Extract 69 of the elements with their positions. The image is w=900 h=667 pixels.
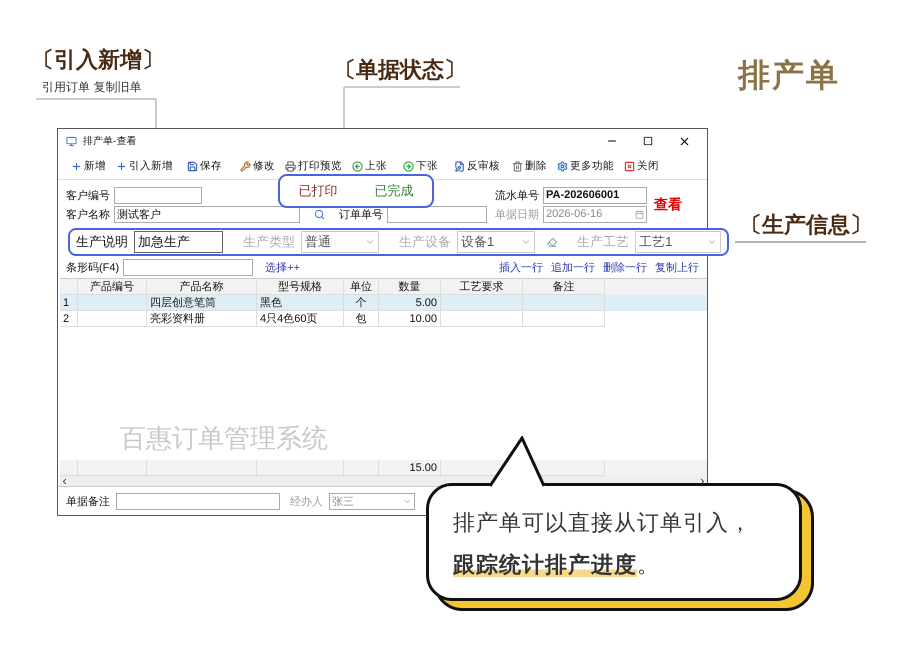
field-label: 条形码(F4): [66, 260, 120, 274]
trash-icon: [512, 160, 523, 172]
toolbar-button[interactable]: 上张: [349, 159, 390, 173]
window-icon: [66, 136, 77, 146]
search-icon[interactable]: [314, 208, 325, 220]
field-label: 生产类型: [242, 233, 295, 251]
callout-subtitle: 引用订单 复制旧单: [42, 79, 142, 96]
field-label: 客户名称: [66, 208, 110, 222]
maximize-icon: [643, 136, 653, 146]
field-label: 客户编号: [66, 188, 110, 202]
toolbar-button[interactable]: 打印预览: [282, 159, 345, 173]
plus-icon: [116, 160, 127, 172]
field-label: 生产设备: [399, 233, 451, 251]
window-title: 排产单-查看: [83, 134, 138, 148]
plus-icon: [71, 160, 82, 172]
toolbar-button[interactable]: 保存: [184, 159, 225, 173]
view-mode-label: 查看: [654, 196, 682, 214]
field-label: 单据日期: [495, 208, 539, 222]
text-field[interactable]: 加急生产: [134, 231, 223, 253]
status-label: 已完成: [374, 182, 414, 200]
page-title: 排产单: [738, 56, 840, 95]
row-action-link[interactable]: 插入一行: [499, 260, 543, 274]
order-number-field[interactable]: [387, 206, 487, 222]
dropdown[interactable]: 张三: [329, 492, 415, 510]
toolbar-button[interactable]: 反审核: [451, 159, 503, 173]
select-link[interactable]: 选择++: [265, 260, 300, 274]
row-action-link[interactable]: 追加一行: [551, 260, 595, 274]
row-number: 2: [60, 311, 78, 327]
field-label: 生产说明: [76, 233, 128, 251]
serial-number-field[interactable]: PA-202606001: [543, 186, 647, 204]
status-label: 已打印: [298, 182, 338, 200]
table-cell: [78, 311, 147, 327]
toolbar-button[interactable]: 关闭: [621, 159, 662, 173]
wrench-icon: [240, 160, 251, 172]
customer-name-field[interactable]: 测试客户: [114, 206, 300, 222]
row-action-link[interactable]: 复制上行: [655, 260, 699, 274]
table-row[interactable]: 1 四层创意笔筒 黑色 个 5.00: [60, 295, 707, 311]
edit-icon: [454, 160, 465, 172]
toolbar-button[interactable]: 更多功能: [554, 159, 617, 173]
barcode-field[interactable]: [123, 258, 254, 276]
callout-title: 〔引入新增〕: [32, 48, 164, 72]
bubble-text: 排产单可以直接从订单引入，: [453, 509, 753, 537]
settings-icon: [557, 160, 568, 172]
close-icon: [624, 160, 635, 172]
calendar-icon: [635, 210, 644, 218]
table-cell: 亮彩资料册: [147, 311, 257, 327]
field-label: 经办人: [290, 494, 323, 508]
row-action-link[interactable]: 删除一行: [603, 260, 647, 274]
callout-title: 〔单据状态〕: [334, 58, 466, 82]
field-label: 流水单号: [495, 188, 539, 202]
printer-icon: [285, 160, 296, 172]
toolbar-button[interactable]: 引入新增: [113, 159, 176, 173]
toolbar-button[interactable]: 新增: [68, 159, 109, 173]
save-icon: [187, 160, 198, 172]
toolbar-button[interactable]: 下张: [400, 159, 441, 173]
toolbar-button[interactable]: 修改: [237, 159, 278, 173]
eraser-icon[interactable]: [547, 236, 558, 248]
callout-title: 〔生产信息〕: [740, 213, 872, 237]
field-label: 单据备注: [66, 494, 110, 508]
table-cell: 4只4色60页: [257, 311, 344, 327]
close-icon: [678, 134, 690, 148]
table-cell: 10.00: [379, 311, 441, 327]
chevron-left-icon[interactable]: [60, 476, 69, 486]
field-label: 生产工艺: [577, 233, 630, 251]
field-label: 订单单号: [339, 208, 383, 222]
remark-field[interactable]: [116, 492, 280, 510]
toolbar-button[interactable]: 删除: [509, 159, 550, 173]
customer-code-field[interactable]: [114, 186, 202, 204]
table-cell: 包: [344, 311, 379, 327]
